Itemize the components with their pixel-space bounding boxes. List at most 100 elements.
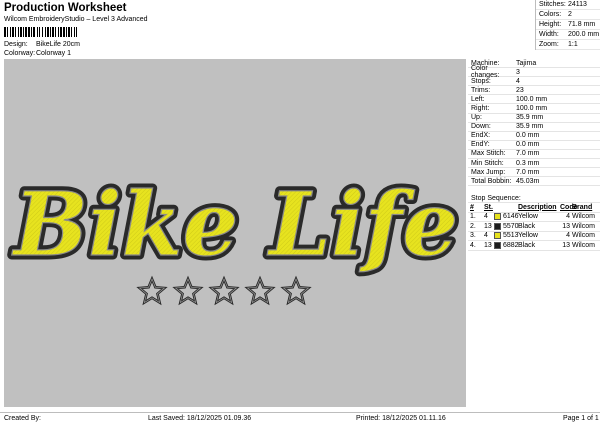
machine-info-label: Right:: [471, 105, 490, 113]
machine-info-label: Trims:: [471, 86, 491, 94]
colorway-label: Colorway:: [4, 50, 36, 57]
embroidery-design: Bike Life Bike Life: [6, 168, 463, 306]
design-preview: Bike Life Bike Life: [4, 59, 466, 407]
thread-brand: Wilcom: [572, 222, 595, 230]
stat-width: Width: 200.0 mm: [536, 30, 600, 40]
page-number: Page 1 of 1: [563, 415, 599, 422]
thread-code-number: 4: [566, 232, 570, 240]
machine-info-row: Down: 35.9 mm: [468, 123, 600, 132]
machine-info-row: Left: 100.0 mm: [468, 95, 600, 105]
stop-table-header: # St. Description Code Brand: [468, 203, 600, 213]
machine-info-label: Min Stitch:: [471, 159, 504, 167]
thread-description: Yellow: [518, 232, 538, 240]
thread-description: Yellow: [518, 213, 538, 221]
worksheet-footer: Created By: Last Saved: 18/12/2025 01.09…: [0, 412, 600, 424]
stat-height: Height: 71.8 mm: [536, 20, 600, 30]
barcode: [4, 27, 110, 37]
thread-code: 6146: [503, 213, 519, 221]
machine-info-value: 100.0 mm: [516, 105, 548, 113]
design-label: Design:: [4, 41, 28, 48]
thread-description: Black: [518, 241, 536, 249]
stop-index: 4.: [470, 241, 476, 249]
machine-info-row: Min Stitch: 0.3 mm: [468, 159, 600, 169]
machine-info-label: Max Stitch:: [471, 150, 506, 158]
design-row: Design: BikeLife 20cm: [4, 41, 80, 48]
thread-code: 5570: [503, 222, 519, 230]
thread-brand: Wilcom: [572, 232, 595, 240]
stop-sequence-table: Stop Sequence: # St. Description Code Br…: [468, 194, 600, 251]
design-text-fill: Bike Life: [11, 172, 459, 276]
design-stats: Stitches: 24113 Colors: 2 Height: 71.8 mm W…: [535, 0, 600, 50]
thread-code-number: 13: [562, 241, 570, 249]
machine-info-value: 3: [516, 68, 520, 76]
machine-info-value: 7.0 mm: [516, 168, 540, 176]
created-by: Created By:: [4, 415, 41, 422]
stat-zoom: Zoom: 1:1: [536, 40, 600, 50]
thread-brand: Wilcom: [572, 213, 595, 221]
table-row: 2. 13 5570 Black 13 Wilcom: [468, 222, 600, 232]
machine-info-row: Up: 35.9 mm: [468, 114, 600, 123]
software-subtitle: Wilcom EmbroideryStudio – Level 3 Advanc…: [4, 16, 148, 23]
stop-index: 1.: [470, 213, 476, 221]
worksheet-header: Production Worksheet Wilcom EmbroiderySt…: [0, 0, 600, 57]
machine-info-row: Color changes: 3: [468, 65, 600, 79]
last-saved: Last Saved: 18/12/2025 01.09.36: [148, 415, 252, 422]
stop-stitches: 4: [484, 232, 488, 240]
printed-date: Printed: 18/12/2025 01.11.16: [356, 415, 446, 422]
machine-info-row: Stops: 4: [468, 77, 600, 87]
machine-info-value: Tajima: [516, 59, 537, 67]
color-swatch: [494, 241, 503, 249]
machine-info-value: 0.3 mm: [516, 159, 540, 167]
thread-code-number: 4: [566, 213, 570, 221]
machine-info-value: 7.0 mm: [516, 150, 540, 158]
machine-info-value: 100.0 mm: [516, 95, 548, 103]
machine-info-label: Stops:: [471, 77, 491, 85]
color-swatch: [494, 213, 503, 221]
machine-info-label: EndX:: [471, 132, 491, 140]
stop-stitches: 4: [484, 213, 488, 221]
machine-info-value: 4: [516, 77, 520, 85]
colorway-value: Colorway 1: [36, 50, 72, 57]
machine-info-value: 35.9 mm: [516, 123, 544, 131]
star-row: [136, 275, 312, 306]
stop-index: 3.: [470, 232, 476, 240]
stop-stitches: 13: [484, 222, 492, 230]
machine-info-label: EndY:: [471, 141, 490, 149]
machine-info-label: Left:: [471, 95, 485, 103]
thread-code: 5513: [503, 232, 519, 240]
machine-info-row: Max Stitch: 7.0 mm: [468, 150, 600, 160]
machine-info-value: 0.0 mm: [516, 141, 540, 149]
color-swatch: [494, 222, 503, 230]
machine-info-value: 45.03m: [516, 177, 540, 185]
machine-info-row: Max Jump: 7.0 mm: [468, 168, 600, 178]
table-row: 1. 4 6146 Yellow 4 Wilcom: [468, 213, 600, 223]
machine-info-label: Down:: [471, 123, 491, 131]
page-title: Production Worksheet: [4, 2, 127, 14]
thread-code: 6882: [503, 241, 519, 249]
stop-sequence-title: Stop Sequence:: [468, 194, 600, 204]
stat-colors: Colors: 2: [536, 10, 600, 20]
table-row: 4. 13 6882 Black 13 Wilcom: [468, 241, 600, 251]
machine-info-row: Total Bobbin: 45.03m: [468, 177, 600, 187]
machine-info: Machine: Tajima Color changes: 3 Stops: 4 Trim…: [468, 59, 600, 187]
thread-description: Black: [518, 222, 536, 230]
stop-index: 2.: [470, 222, 476, 230]
machine-info-row: EndX: 0.0 mm: [468, 132, 600, 141]
machine-info-row: EndY: 0.0 mm: [468, 141, 600, 150]
table-row: 3. 4 5513 Yellow 4 Wilcom: [468, 232, 600, 242]
machine-info-label: Total Bobbin:: [471, 177, 512, 185]
stop-stitches: 13: [484, 241, 492, 249]
machine-info-value: 23: [516, 86, 524, 94]
color-swatch: [494, 232, 503, 240]
machine-info-value: 0.0 mm: [516, 132, 540, 140]
machine-info-value: 35.9 mm: [516, 114, 544, 122]
machine-info-label: Up:: [471, 114, 482, 122]
machine-info-row: Right: 100.0 mm: [468, 104, 600, 114]
machine-info-label: Max Jump:: [471, 168, 506, 176]
design-value: BikeLife 20cm: [36, 41, 80, 48]
thread-brand: Wilcom: [572, 241, 595, 249]
thread-code-number: 13: [562, 222, 570, 230]
colorway-row: Colorway: Colorway 1: [4, 50, 71, 57]
stat-stitches: Stitches: 24113: [536, 0, 600, 10]
machine-info-row: Trims: 23: [468, 86, 600, 96]
